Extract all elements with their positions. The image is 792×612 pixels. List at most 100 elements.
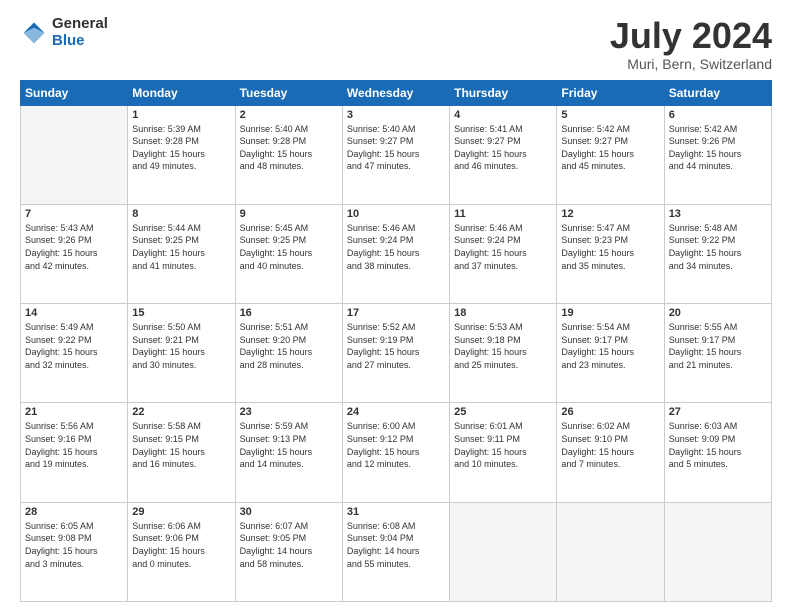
logo-text: General Blue	[52, 16, 108, 49]
day-number: 31	[347, 506, 445, 518]
day-info: Sunrise: 5:47 AMSunset: 9:23 PMDaylight:…	[561, 222, 659, 272]
day-cell: 30 Sunrise: 6:07 AMSunset: 9:05 PMDayligh…	[235, 502, 342, 601]
day-number: 2	[240, 109, 338, 121]
header-cell-sunday: Sunday	[21, 80, 128, 105]
day-cell: 16 Sunrise: 5:51 AMSunset: 9:20 PMDayligh…	[235, 304, 342, 403]
calendar-body: 1Sunrise: 5:39 AMSunset: 9:28 PMDaylight…	[21, 105, 772, 601]
day-cell	[450, 502, 557, 601]
day-cell: 12 Sunrise: 5:47 AMSunset: 9:23 PMDayligh…	[557, 204, 664, 303]
day-cell: 28Sunrise: 6:05 AMSunset: 9:08 PMDayligh…	[21, 502, 128, 601]
day-cell	[21, 105, 128, 204]
header-cell-saturday: Saturday	[664, 80, 771, 105]
day-cell: 8Sunrise: 5:44 AMSunset: 9:25 PMDaylight…	[128, 204, 235, 303]
calendar-table: SundayMondayTuesdayWednesdayThursdayFrid…	[20, 80, 772, 602]
day-cell: 2 Sunrise: 5:40 AMSunset: 9:28 PMDaylight…	[235, 105, 342, 204]
day-cell: 10Sunrise: 5:46 AMSunset: 9:24 PMDayligh…	[342, 204, 449, 303]
day-info: Sunrise: 5:56 AMSunset: 9:16 PMDaylight:…	[25, 420, 123, 470]
day-info: Sunrise: 5:45 AMSunset: 9:25 PMDaylight:…	[240, 222, 338, 272]
subtitle: Muri, Bern, Switzerland	[610, 56, 772, 72]
day-number: 6	[669, 109, 767, 121]
day-info: Sunrise: 5:54 AMSunset: 9:17 PMDaylight:…	[561, 321, 659, 371]
day-number: 11	[454, 208, 552, 220]
week-row-1: 1Sunrise: 5:39 AMSunset: 9:28 PMDaylight…	[21, 105, 772, 204]
day-number: 12	[561, 208, 659, 220]
day-cell: 6 Sunrise: 5:42 AMSunset: 9:26 PMDaylight…	[664, 105, 771, 204]
logo-blue: Blue	[52, 33, 108, 50]
day-cell: 19 Sunrise: 5:54 AMSunset: 9:17 PMDayligh…	[557, 304, 664, 403]
header-cell-friday: Friday	[557, 80, 664, 105]
day-number: 25	[454, 406, 552, 418]
day-number: 20	[669, 307, 767, 319]
day-info: Sunrise: 5:40 AMSunset: 9:28 PMDaylight:…	[240, 123, 338, 173]
day-number: 27	[669, 406, 767, 418]
day-number: 21	[25, 406, 123, 418]
day-number: 23	[240, 406, 338, 418]
page: General Blue July 2024 Muri, Bern, Switz…	[0, 0, 792, 612]
day-number: 29	[132, 506, 230, 518]
day-cell: 26 Sunrise: 6:02 AMSunset: 9:10 PMDayligh…	[557, 403, 664, 502]
day-number: 14	[25, 307, 123, 319]
day-number: 4	[454, 109, 552, 121]
title-block: July 2024 Muri, Bern, Switzerland	[610, 16, 772, 72]
day-number: 9	[240, 208, 338, 220]
day-info: Sunrise: 5:41 AMSunset: 9:27 PMDaylight:…	[454, 123, 552, 173]
day-cell: 17 Sunrise: 5:52 AMSunset: 9:19 PMDayligh…	[342, 304, 449, 403]
day-info: Sunrise: 6:07 AMSunset: 9:05 PMDaylight:…	[240, 520, 338, 570]
day-info: Sunrise: 5:52 AMSunset: 9:19 PMDaylight:…	[347, 321, 445, 371]
week-row-2: 7 Sunrise: 5:43 AMSunset: 9:26 PMDaylight…	[21, 204, 772, 303]
day-number: 19	[561, 307, 659, 319]
logo-general: General	[52, 16, 108, 33]
day-number: 24	[347, 406, 445, 418]
day-info: Sunrise: 5:58 AMSunset: 9:15 PMDaylight:…	[132, 420, 230, 470]
day-info: Sunrise: 5:43 AMSunset: 9:26 PMDaylight:…	[25, 222, 123, 272]
day-number: 7	[25, 208, 123, 220]
week-row-4: 21 Sunrise: 5:56 AMSunset: 9:16 PMDayligh…	[21, 403, 772, 502]
day-info: Sunrise: 6:01 AMSunset: 9:11 PMDaylight:…	[454, 420, 552, 470]
day-info: Sunrise: 5:55 AMSunset: 9:17 PMDaylight:…	[669, 321, 767, 371]
day-cell: 4 Sunrise: 5:41 AMSunset: 9:27 PMDaylight…	[450, 105, 557, 204]
day-info: Sunrise: 6:06 AMSunset: 9:06 PMDaylight:…	[132, 520, 230, 570]
day-info: Sunrise: 5:53 AMSunset: 9:18 PMDaylight:…	[454, 321, 552, 371]
day-cell: 21 Sunrise: 5:56 AMSunset: 9:16 PMDayligh…	[21, 403, 128, 502]
day-number: 16	[240, 307, 338, 319]
day-cell: 29 Sunrise: 6:06 AMSunset: 9:06 PMDayligh…	[128, 502, 235, 601]
logo-icon	[20, 19, 48, 47]
day-number: 26	[561, 406, 659, 418]
day-cell: 9 Sunrise: 5:45 AMSunset: 9:25 PMDaylight…	[235, 204, 342, 303]
header-cell-tuesday: Tuesday	[235, 80, 342, 105]
day-cell: 3 Sunrise: 5:40 AMSunset: 9:27 PMDaylight…	[342, 105, 449, 204]
day-info: Sunrise: 5:46 AMSunset: 9:24 PMDaylight:…	[454, 222, 552, 272]
logo: General Blue	[20, 16, 108, 49]
day-cell: 18Sunrise: 5:53 AMSunset: 9:18 PMDayligh…	[450, 304, 557, 403]
week-row-5: 28Sunrise: 6:05 AMSunset: 9:08 PMDayligh…	[21, 502, 772, 601]
day-cell: 13Sunrise: 5:48 AMSunset: 9:22 PMDayligh…	[664, 204, 771, 303]
day-info: Sunrise: 5:50 AMSunset: 9:21 PMDaylight:…	[132, 321, 230, 371]
day-cell: 14Sunrise: 5:49 AMSunset: 9:22 PMDayligh…	[21, 304, 128, 403]
main-title: July 2024	[610, 16, 772, 56]
day-info: Sunrise: 5:40 AMSunset: 9:27 PMDaylight:…	[347, 123, 445, 173]
day-info: Sunrise: 6:02 AMSunset: 9:10 PMDaylight:…	[561, 420, 659, 470]
header-cell-wednesday: Wednesday	[342, 80, 449, 105]
day-number: 3	[347, 109, 445, 121]
day-cell: 20 Sunrise: 5:55 AMSunset: 9:17 PMDayligh…	[664, 304, 771, 403]
day-info: Sunrise: 5:59 AMSunset: 9:13 PMDaylight:…	[240, 420, 338, 470]
day-info: Sunrise: 6:00 AMSunset: 9:12 PMDaylight:…	[347, 420, 445, 470]
day-info: Sunrise: 5:42 AMSunset: 9:27 PMDaylight:…	[561, 123, 659, 173]
day-info: Sunrise: 6:05 AMSunset: 9:08 PMDaylight:…	[25, 520, 123, 570]
day-number: 17	[347, 307, 445, 319]
day-info: Sunrise: 5:42 AMSunset: 9:26 PMDaylight:…	[669, 123, 767, 173]
day-cell: 22Sunrise: 5:58 AMSunset: 9:15 PMDayligh…	[128, 403, 235, 502]
day-number: 30	[240, 506, 338, 518]
day-cell: 5Sunrise: 5:42 AMSunset: 9:27 PMDaylight…	[557, 105, 664, 204]
day-info: Sunrise: 5:51 AMSunset: 9:20 PMDaylight:…	[240, 321, 338, 371]
day-cell: 23 Sunrise: 5:59 AMSunset: 9:13 PMDayligh…	[235, 403, 342, 502]
header-cell-monday: Monday	[128, 80, 235, 105]
day-info: Sunrise: 5:44 AMSunset: 9:25 PMDaylight:…	[132, 222, 230, 272]
day-cell: 11 Sunrise: 5:46 AMSunset: 9:24 PMDayligh…	[450, 204, 557, 303]
day-number: 10	[347, 208, 445, 220]
day-cell: 1Sunrise: 5:39 AMSunset: 9:28 PMDaylight…	[128, 105, 235, 204]
day-number: 1	[132, 109, 230, 121]
day-cell: 15Sunrise: 5:50 AMSunset: 9:21 PMDayligh…	[128, 304, 235, 403]
day-cell	[664, 502, 771, 601]
day-cell: 24 Sunrise: 6:00 AMSunset: 9:12 PMDayligh…	[342, 403, 449, 502]
